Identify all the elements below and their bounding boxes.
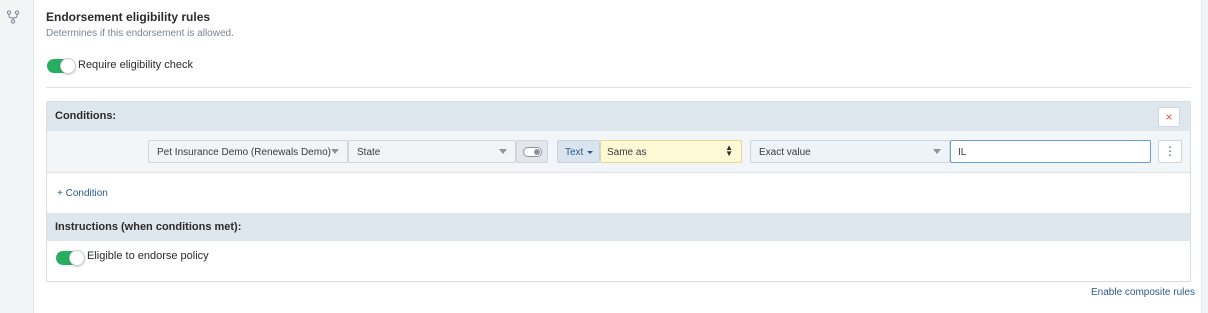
source-select-value: Pet Insurance Demo (Renewals Demo) xyxy=(157,147,331,158)
chevron-down-icon xyxy=(499,149,507,154)
instructions-title: Instructions (when conditions met): xyxy=(55,221,242,233)
conditions-header: Conditions: × xyxy=(47,102,1190,131)
require-eligibility-label: Require eligibility check xyxy=(78,59,193,71)
section-title: Endorsement eligibility rules xyxy=(46,10,211,24)
toggle-knob xyxy=(69,250,85,266)
left-rail xyxy=(0,0,32,313)
caret-down-icon xyxy=(587,151,593,154)
value-mode-value: Exact value xyxy=(759,147,811,158)
enable-composite-rules-link[interactable]: Enable composite rules xyxy=(1091,287,1195,298)
field-mode-toggle[interactable] xyxy=(516,140,548,163)
chevron-down-icon xyxy=(933,149,941,154)
require-eligibility-toggle[interactable] xyxy=(47,58,76,74)
value-type-label: Text xyxy=(565,147,584,158)
branch-icon xyxy=(6,10,20,24)
eligible-to-endorse-label: Eligible to endorse policy xyxy=(87,250,209,262)
toggle-knob xyxy=(60,58,76,74)
value-mode-select[interactable]: Exact value xyxy=(750,140,950,163)
condition-row: Pet Insurance Demo (Renewals Demo) State… xyxy=(47,131,1190,173)
operator-select[interactable]: Same as ▲ ▼ xyxy=(600,140,742,163)
updown-arrows-icon: ▲ ▼ xyxy=(725,143,733,158)
remove-conditions-button[interactable]: × xyxy=(1158,107,1180,127)
value-input[interactable]: IL xyxy=(950,140,1151,163)
source-select[interactable]: Pet Insurance Demo (Renewals Demo) xyxy=(148,140,348,163)
eligibility-rules-card: Endorsement eligibility rules Determines… xyxy=(33,0,1202,313)
toggle-track xyxy=(523,147,542,157)
more-options-icon[interactable]: ⋮ xyxy=(1158,140,1182,163)
add-condition-link[interactable]: + Condition xyxy=(57,188,108,199)
value-type-dropdown[interactable]: Text xyxy=(557,140,600,163)
instructions-header: Instructions (when conditions met): xyxy=(47,213,1190,241)
operator-value: Same as xyxy=(607,147,647,158)
section-subtitle: Determines if this endorsement is allowe… xyxy=(46,28,234,39)
chevron-down-icon xyxy=(331,149,339,154)
field-select[interactable]: State xyxy=(348,140,516,163)
conditions-panel: Conditions: × Pet Insurance Demo (Renewa… xyxy=(46,101,1191,282)
divider xyxy=(46,87,1191,88)
field-select-value: State xyxy=(357,147,381,158)
conditions-title: Conditions: xyxy=(55,110,117,122)
toggle-dot xyxy=(534,149,540,155)
eligible-to-endorse-toggle[interactable] xyxy=(56,250,85,266)
